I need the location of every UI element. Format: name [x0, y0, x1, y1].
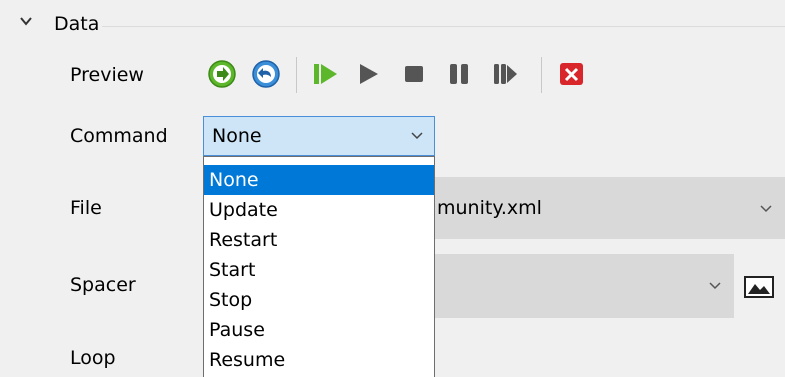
command-label: Command	[70, 125, 168, 147]
start-icon[interactable]	[310, 59, 340, 89]
loop-label: Loop	[70, 347, 116, 369]
chevron-down-icon[interactable]	[410, 131, 424, 141]
command-select-value: None	[212, 125, 262, 147]
command-option-pause[interactable]: Pause	[204, 315, 434, 345]
go-back-icon[interactable]	[251, 59, 281, 89]
stop-icon[interactable]	[399, 59, 429, 89]
command-option-restart[interactable]: Restart	[204, 225, 434, 255]
spacer-label: Spacer	[70, 274, 136, 296]
preview-label: Preview	[70, 64, 144, 86]
image-browse-icon[interactable]	[744, 276, 774, 298]
command-dropdown-list: None Update Restart Start Stop Pause Res…	[203, 156, 435, 377]
resume-icon[interactable]	[490, 59, 520, 89]
command-option-resume[interactable]: Resume	[204, 345, 434, 375]
file-label: File	[70, 197, 102, 219]
file-select[interactable]: munity.xml	[435, 177, 785, 239]
chevron-down-icon[interactable]	[759, 204, 773, 214]
section-title: Data	[54, 13, 100, 35]
command-option-none[interactable]: None	[204, 165, 434, 195]
command-select[interactable]: None	[203, 116, 435, 156]
command-option-start[interactable]: Start	[204, 255, 434, 285]
toolbar-separator	[296, 57, 297, 93]
command-option-update[interactable]: Update	[204, 195, 434, 225]
file-select-value: munity.xml	[437, 197, 542, 219]
close-icon[interactable]	[557, 59, 587, 89]
pause-icon[interactable]	[444, 59, 474, 89]
play-icon[interactable]	[354, 59, 384, 89]
section-divider	[102, 26, 785, 27]
spacer-select[interactable]	[435, 254, 734, 318]
chevron-down-icon[interactable]	[708, 281, 722, 291]
go-forward-icon[interactable]	[207, 59, 237, 89]
data-section-header[interactable]: Data	[0, 0, 785, 44]
toolbar-separator	[541, 57, 542, 93]
command-option-stop[interactable]: Stop	[204, 285, 434, 315]
chevron-down-icon[interactable]	[18, 13, 34, 29]
